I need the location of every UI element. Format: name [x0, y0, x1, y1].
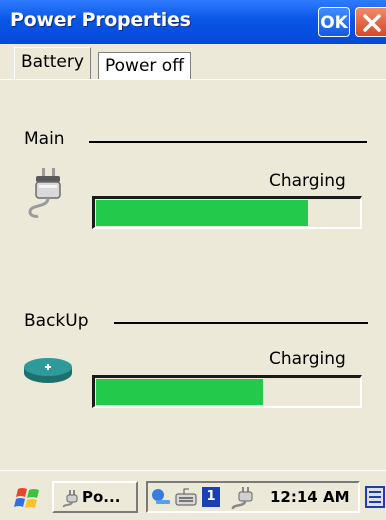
close-button[interactable]: [355, 7, 386, 37]
network-icon[interactable]: [150, 486, 172, 508]
system-tray: 1 12:14 AM: [146, 481, 360, 513]
backup-status-text: Charging: [269, 349, 346, 369]
taskbar-task-label: Po...: [82, 488, 121, 506]
power-plug-icon[interactable]: [228, 486, 258, 510]
main-section-label: Main: [24, 129, 65, 149]
backup-section-rule: [114, 322, 368, 324]
window-title: Power Properties: [10, 9, 191, 31]
backup-battery-progress: [92, 375, 362, 408]
keyboard-tray-icon[interactable]: [174, 486, 198, 508]
main-status-text: Charging: [269, 171, 346, 191]
main-battery-progress-fill: [96, 200, 308, 226]
power-plug-icon: [62, 490, 78, 508]
tab-battery[interactable]: Battery: [14, 47, 91, 79]
backup-section-label: BackUp: [24, 311, 89, 331]
taskbar-clock[interactable]: 12:14 AM: [270, 488, 350, 506]
input-badge-icon[interactable]: 1: [202, 487, 220, 507]
power-plug-icon: [28, 168, 61, 218]
input-panel-icon[interactable]: [364, 485, 386, 509]
main-section-rule: [89, 141, 367, 143]
coin-cell-battery-icon: [24, 358, 72, 383]
start-windows-icon[interactable]: [14, 485, 42, 511]
main-battery-progress: [92, 196, 362, 229]
taskbar: Po... 1 12:14 AM: [0, 470, 386, 520]
tab-divider: [0, 79, 386, 80]
backup-battery-progress-fill: [96, 379, 263, 405]
close-icon: [363, 14, 381, 32]
tab-power-off[interactable]: Power off: [98, 52, 191, 80]
ok-button[interactable]: OK: [318, 7, 350, 37]
title-bar: Power Properties OK: [0, 0, 386, 44]
taskbar-task-button[interactable]: Po...: [52, 481, 138, 513]
